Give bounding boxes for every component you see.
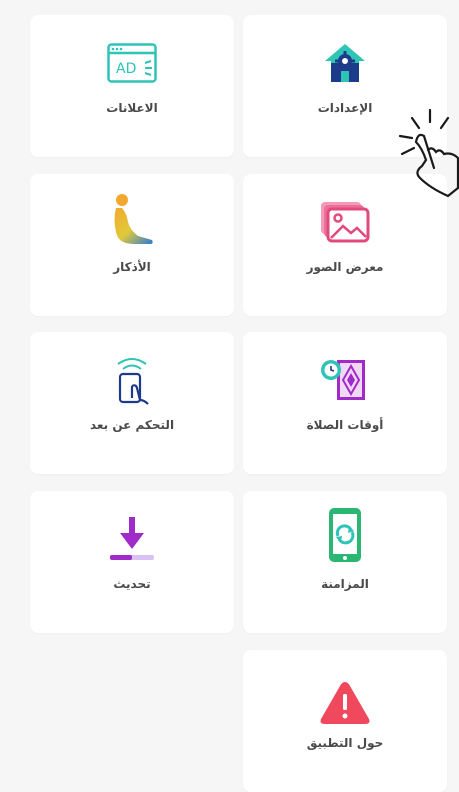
menu-card-azkar[interactable]: الأذكار [30, 174, 234, 316]
menu-card-remote[interactable]: التحكم عن بعد [30, 332, 234, 474]
menu-card-ads[interactable]: AD الاعلانات [30, 15, 234, 157]
menu-label-ads: الاعلانات [106, 101, 158, 115]
warning-triangle-icon [320, 682, 370, 724]
menu-card-sync[interactable]: المزامنة [243, 491, 447, 633]
image-gallery-icon [321, 202, 370, 243]
menu-label-about: حول التطبيق [306, 736, 384, 750]
menu-label-gallery: معرض الصور [306, 260, 384, 274]
tap-gesture-icon [398, 108, 459, 198]
menu-label-sync: المزامنة [321, 577, 369, 591]
menu-label-azkar: الأذكار [113, 260, 151, 274]
praying-person-icon [114, 194, 153, 244]
menu-label-remote: التحكم عن بعد [89, 418, 175, 432]
prayer-rug-clock-icon [321, 360, 365, 400]
menu-label-prayer-times: أوقات الصلاة [306, 418, 384, 432]
menu-card-prayer-times[interactable]: أوقات الصلاة [243, 332, 447, 474]
ads-browser-icon: AD [107, 43, 157, 83]
menu-card-about[interactable]: حول التطبيق [243, 650, 447, 792]
remote-touch-icon [117, 358, 149, 405]
phone-sync-icon [329, 508, 361, 562]
menu-label-update: تحديث [113, 577, 151, 591]
menu-card-update[interactable]: تحديث [30, 491, 234, 633]
download-arrow-icon [110, 517, 154, 560]
home-gear-icon [325, 44, 365, 82]
svg-text:AD: AD [116, 61, 136, 77]
